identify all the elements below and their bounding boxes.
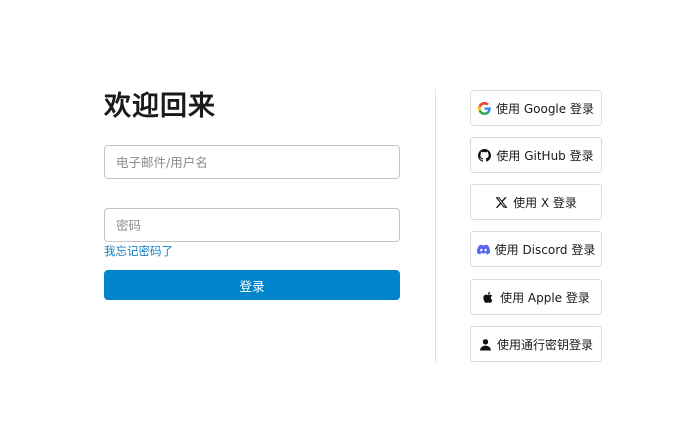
discord-login-button[interactable]: 使用 Discord 登录 xyxy=(470,231,602,267)
apple-login-label: 使用 Apple 登录 xyxy=(500,290,590,305)
github-login-label: 使用 GitHub 登录 xyxy=(496,148,594,163)
person-icon xyxy=(479,338,492,351)
email-username-input[interactable] xyxy=(104,145,400,179)
x-login-button[interactable]: 使用 X 登录 xyxy=(470,184,602,220)
apple-login-button[interactable]: 使用 Apple 登录 xyxy=(470,279,602,315)
github-icon xyxy=(478,148,492,162)
x-login-label: 使用 X 登录 xyxy=(513,195,577,210)
google-icon xyxy=(478,101,491,115)
login-button[interactable]: 登录 xyxy=(104,270,400,300)
forgot-password-link[interactable]: 我忘记密码了 xyxy=(104,243,173,259)
passkey-login-button[interactable]: 使用通行密钥登录 xyxy=(470,326,602,362)
login-page: 欢迎回来 我忘记密码了 登录 使用 Google 登录 使用 GitHub 登录 xyxy=(0,0,690,426)
github-login-button[interactable]: 使用 GitHub 登录 xyxy=(470,137,602,173)
apple-icon xyxy=(482,291,495,304)
google-login-label: 使用 Google 登录 xyxy=(496,101,594,116)
x-icon xyxy=(495,196,508,209)
discord-icon xyxy=(476,243,490,256)
page-title: 欢迎回来 xyxy=(104,91,216,122)
google-login-button[interactable]: 使用 Google 登录 xyxy=(470,90,602,126)
password-input[interactable] xyxy=(104,208,400,242)
vertical-divider xyxy=(435,89,436,362)
passkey-login-label: 使用通行密钥登录 xyxy=(496,337,593,352)
discord-login-label: 使用 Discord 登录 xyxy=(494,242,596,257)
